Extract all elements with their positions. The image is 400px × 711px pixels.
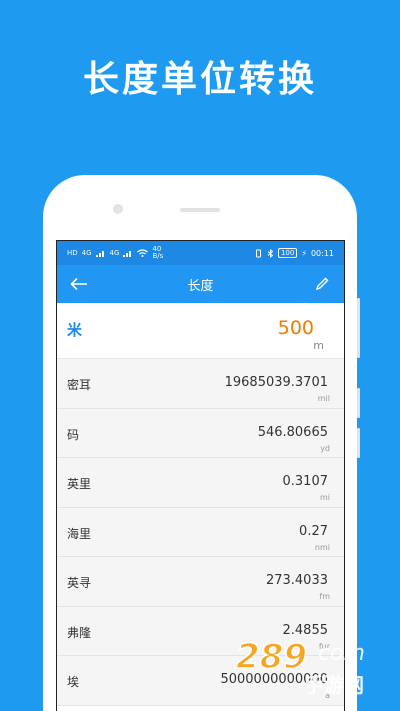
primary-unit-value[interactable]: 500 — [278, 317, 314, 339]
speaker-grille — [180, 208, 220, 212]
unit-value: 19685039.3701 — [224, 375, 328, 390]
unit-value: 546.80665 — [257, 424, 328, 440]
unit-symbol: nmi — [314, 542, 330, 552]
unit-name: 英里 — [67, 477, 92, 491]
pencil-icon — [315, 277, 329, 291]
phone-side-button — [357, 428, 360, 458]
unit-symbol: yd — [320, 443, 330, 453]
primary-unit-symbol: m — [313, 339, 324, 352]
watermark-text: 手游网 — [304, 673, 364, 697]
wifi-icon — [137, 249, 149, 257]
unit-symbol: mil — [317, 394, 330, 403]
vibrate-icon — [255, 249, 261, 257]
unit-name: 密耳 — [67, 378, 92, 392]
unit-name: 弗隆 — [67, 625, 92, 640]
phone-side-button — [357, 298, 360, 358]
unit-row[interactable]: 英里 0.3107 mi — [57, 458, 344, 508]
status-time: 00:11 — [310, 248, 334, 258]
phone-side-button — [357, 388, 360, 418]
unit-name: 码 — [67, 427, 80, 442]
charging-icon: ⚡ — [301, 248, 307, 258]
app-bar: 长度 — [57, 265, 344, 303]
unit-symbol: mi — [319, 493, 330, 502]
unit-symbol: fm — [319, 592, 330, 601]
unit-value: 273.4033 — [265, 573, 328, 588]
network-type: 4G — [109, 249, 120, 257]
primary-unit-row[interactable]: 米 500 m — [57, 303, 344, 359]
hd-indicator: HD — [67, 249, 78, 257]
network-type: 4G — [81, 249, 92, 257]
unit-row[interactable]: 码 546.80665 yd — [57, 408, 344, 458]
status-bar: HD 4G 4G 40 B/s 100 ⚡ 00:11 — [57, 241, 344, 265]
unit-value: 0.27 — [299, 523, 328, 539]
unit-value: 0.3107 — [282, 474, 329, 489]
unit-row[interactable]: 英寻 273.4033 fm — [57, 557, 344, 607]
battery-level: 100 — [277, 248, 298, 258]
signal-icon — [123, 251, 132, 257]
front-camera-icon — [113, 204, 123, 214]
unit-row[interactable]: 海里 0.27 nmi — [57, 507, 344, 557]
unit-name: 英寻 — [67, 576, 92, 590]
watermark-logo: 289 com 手游网 — [235, 636, 365, 697]
network-speed-unit: B/s — [152, 252, 164, 260]
unit-name: 埃 — [67, 675, 80, 689]
watermark-number: 289 — [236, 637, 307, 677]
page-title: 长度 — [187, 278, 214, 294]
back-button[interactable] — [65, 270, 93, 298]
unit-row[interactable]: 密耳 19685039.3701 mil — [57, 359, 344, 409]
watermark-suffix: com — [318, 641, 365, 666]
signal-icon — [95, 251, 104, 257]
primary-unit-name: 米 — [67, 321, 83, 339]
arrow-left-icon — [70, 277, 87, 291]
promo-title: 长度单位转换 — [82, 59, 317, 100]
unit-name: 海里 — [67, 526, 92, 541]
bluetooth-icon — [267, 248, 274, 258]
edit-button[interactable] — [308, 270, 336, 298]
